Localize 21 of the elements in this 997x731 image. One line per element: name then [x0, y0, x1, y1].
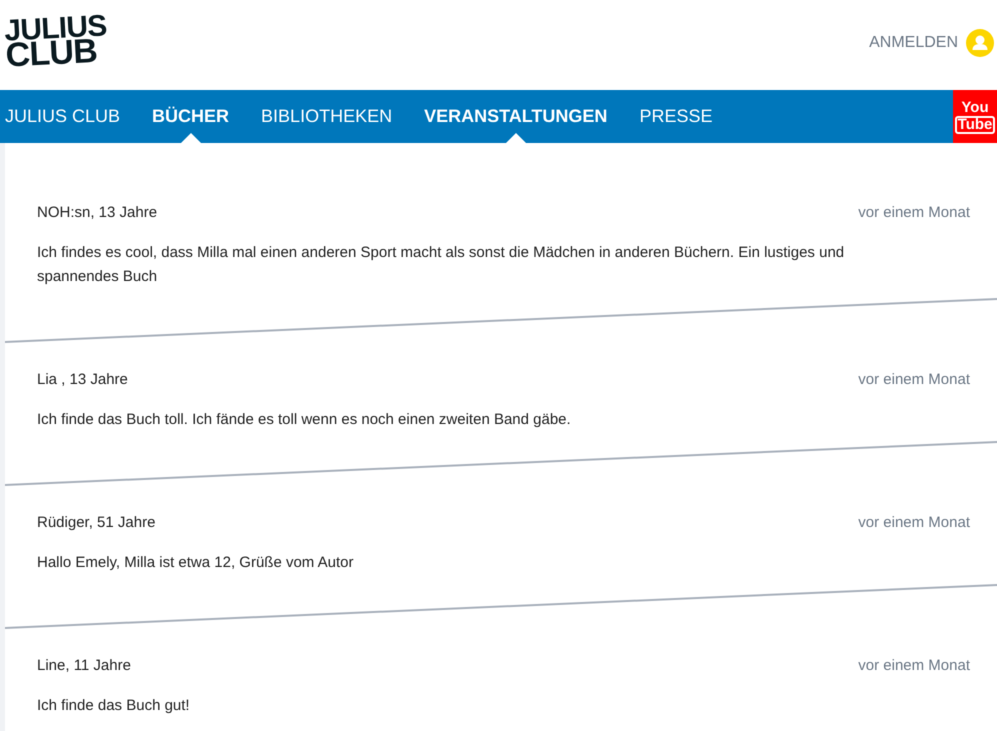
- comment-time: vor einem Monat: [858, 370, 970, 390]
- nav-tab[interactable]: BIBLIOTHEKEN: [261, 90, 392, 143]
- comment-author: Line, 11 Jahre: [37, 656, 131, 676]
- nav-tab[interactable]: JULIUS CLUB: [5, 90, 120, 143]
- comment-text: Hallo Emely, Milla ist etwa 12, Grüße vom Autor: [36, 553, 354, 573]
- comment-time: vor einem Monat: [858, 513, 970, 533]
- nav-tab[interactable]: BÜCHER: [152, 90, 230, 143]
- login-link[interactable]: ANMELDEN: [869, 31, 958, 55]
- nav-tab[interactable]: PRESSE: [639, 90, 712, 143]
- comment-time: vor einem Monat: [858, 656, 970, 676]
- comment-time: vor einem Monat: [858, 203, 970, 223]
- comment-text: Ich finde das Buch gut!: [36, 696, 191, 716]
- user-icon[interactable]: [966, 29, 994, 57]
- nav-tab[interactable]: VERANSTALTUNGEN: [424, 90, 608, 143]
- comment-text: Ich finde das Buch toll. Ich fände es toll wenn es noch einen zweiten Band gäbe.: [36, 410, 572, 430]
- comment-author: Lia , 13 Jahre: [37, 370, 128, 390]
- comment-author: Rüdiger, 51 Jahre: [37, 513, 156, 533]
- logo[interactable]: JULIUS CLUB: [4, 14, 108, 68]
- comment-text: Ich findes es cool, dass Milla mal einen anderen Sport macht als sonst die Mädchen in anderen Büchern. Ein lustiges und spannendes Buch: [36, 243, 846, 287]
- youtube-button[interactable]: You Tube: [953, 90, 997, 143]
- comment-author: NOH:sn, 13 Jahre: [37, 203, 158, 223]
